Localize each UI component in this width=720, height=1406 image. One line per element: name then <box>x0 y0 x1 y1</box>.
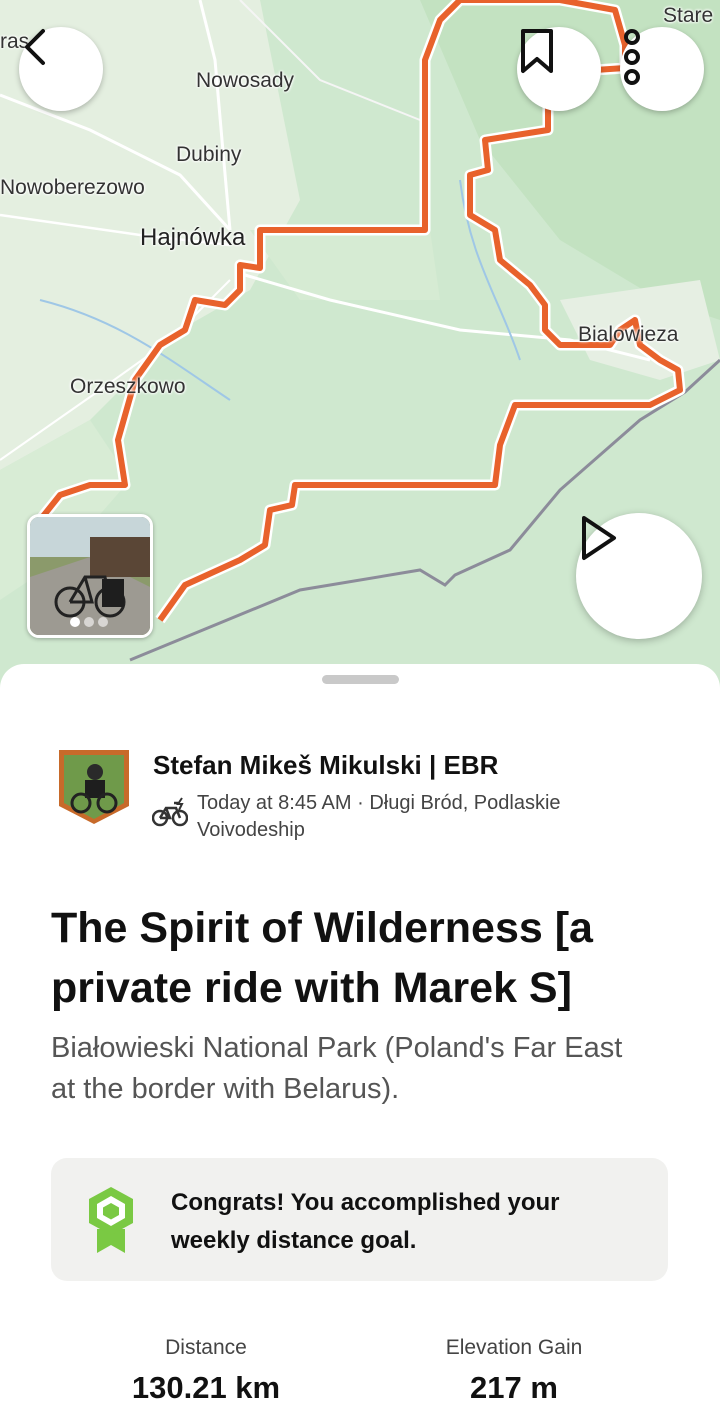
map-label-orzeszkowo: Orzeszkowo <box>70 375 186 398</box>
activity-photo-thumbnail[interactable] <box>27 514 153 638</box>
avatar-badge <box>59 750 129 824</box>
stat-distance: Distance 130.21 km <box>56 1336 356 1406</box>
goal-badge-icon <box>89 1187 133 1253</box>
map-label-hajnowka: Hajnówka <box>140 224 246 251</box>
stat-value: 130.21 km <box>131 1370 281 1405</box>
athlete-name[interactable]: Stefan Mikeš Mikulski | EBR <box>153 750 498 781</box>
goal-achievement-card[interactable]: Congrats! You accomplished your weekly d… <box>51 1158 668 1281</box>
goal-message: Congrats! You accomplished your weekly d… <box>171 1189 560 1254</box>
stat-label: Distance <box>165 1336 247 1359</box>
e-bike-icon <box>152 797 188 827</box>
more-options-button[interactable] <box>620 27 704 111</box>
athlete-avatar[interactable] <box>57 748 131 826</box>
activity-details-sheet: Stefan Mikeš Mikulski | EBR Today at 8:4… <box>0 664 720 1405</box>
pager-dot-active <box>70 617 80 627</box>
pager-dot <box>98 617 108 627</box>
activity-title: The Spirit of Wilderness [a private ride… <box>51 904 593 1012</box>
back-button[interactable] <box>19 27 103 111</box>
map-label-stare: Stare <box>663 4 714 27</box>
photo-pager-dots <box>70 617 108 627</box>
route-map[interactable]: Stare ras Nowosady Dubiny Nowoberezowo H… <box>0 0 720 700</box>
activity-description: Białowieski National Park (Poland's Far … <box>51 1032 623 1105</box>
map-label-bialowieza: Bialowieza <box>578 323 679 346</box>
sheet-drag-handle[interactable] <box>322 675 399 684</box>
bookmark-button[interactable] <box>517 27 601 111</box>
activity-meta: Today at 8:45 AM · Długi Bród, Podlaskie… <box>197 792 561 841</box>
play-icon <box>582 516 616 560</box>
map-label-dubiny: Dubiny <box>176 143 242 166</box>
map-label-nowosady: Nowosady <box>196 69 295 92</box>
stat-value: 217 m <box>470 1370 558 1405</box>
chevron-left-icon <box>25 29 45 65</box>
more-vertical-icon <box>624 29 640 85</box>
pager-dot <box>84 617 94 627</box>
stat-label: Elevation Gain <box>445 1336 583 1359</box>
map-label-nowoberezowo: Nowoberezowo <box>0 176 145 199</box>
stat-elevation-gain: Elevation Gain 217 m <box>364 1336 664 1406</box>
bookmark-icon <box>521 29 553 73</box>
play-flyover-button[interactable] <box>576 513 702 639</box>
